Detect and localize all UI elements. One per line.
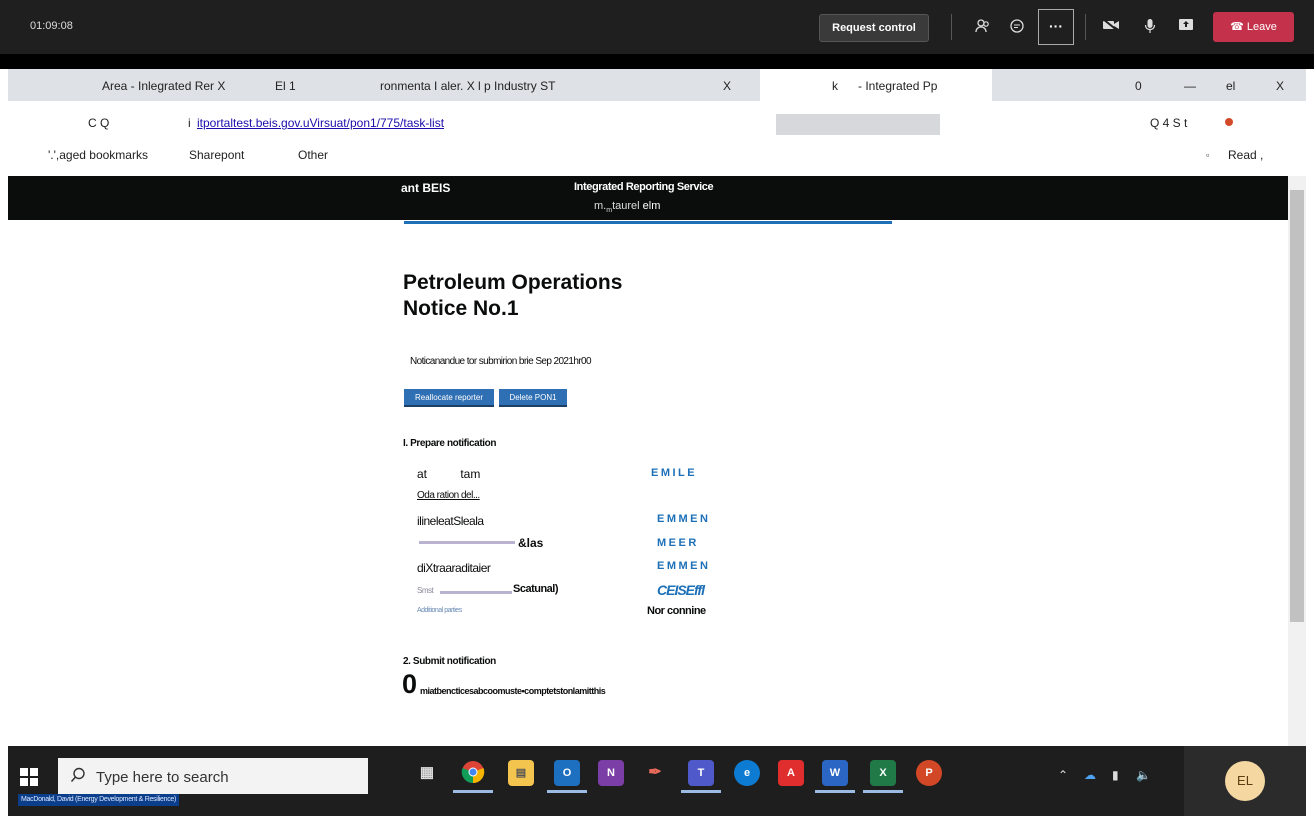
task-link[interactable]: &las xyxy=(518,536,543,550)
section-submit-heading: 2. Submit notification xyxy=(403,656,496,667)
active-app-indicator xyxy=(453,790,493,793)
window-close-button[interactable]: X xyxy=(1276,79,1284,93)
task-link[interactable]: at tam xyxy=(417,467,480,481)
bookmark-other[interactable]: Other xyxy=(298,148,328,162)
volume-icon[interactable]: 🔈 xyxy=(1136,768,1151,782)
active-app-indicator xyxy=(547,790,587,793)
search-icon xyxy=(70,767,85,782)
battery-icon[interactable]: ▮ xyxy=(1112,768,1119,782)
due-date-text: Noticanandue tor submirion brie Sep 2021… xyxy=(410,356,592,367)
maximize-button[interactable]: el xyxy=(1226,79,1235,93)
active-app-indicator xyxy=(863,790,903,793)
meeting-timer: 01:09:08 xyxy=(30,20,73,32)
avatar[interactable]: EL xyxy=(1225,761,1265,801)
chat-icon[interactable] xyxy=(1007,18,1027,38)
bookmark-managed[interactable]: '.',aged bookmarks xyxy=(48,148,148,162)
taskbar-search-input[interactable]: Type here to search xyxy=(58,758,368,794)
address-bar: C Q i itportaltest.beis.gov.uVirsuat/pon… xyxy=(8,101,1306,143)
delete-pon1-button[interactable]: Delete PON1 xyxy=(499,389,567,407)
reading-list[interactable]: Read , xyxy=(1228,148,1263,162)
redacted-task-bar xyxy=(419,541,515,544)
self-video-panel: EL xyxy=(1184,746,1306,816)
task-view-icon[interactable]: ▦ xyxy=(414,760,440,786)
toolbar-icons[interactable]: Q 4 S t xyxy=(1150,116,1187,130)
search-placeholder: Type here to search xyxy=(96,769,229,786)
task-link-suffix[interactable]: Scatunal) xyxy=(513,583,559,595)
more-actions-button[interactable]: ··· xyxy=(1038,9,1074,45)
request-control-button[interactable]: Request control xyxy=(819,14,929,42)
leave-label: Leave xyxy=(1246,21,1277,33)
participants-icon[interactable] xyxy=(973,18,993,38)
beis-logo[interactable]: ant BEIS xyxy=(401,181,450,195)
task-status: EMMEN xyxy=(657,560,711,572)
service-name[interactable]: Integrated Reporting Service xyxy=(574,181,714,193)
user-name[interactable]: m.mtaurel elm xyxy=(594,200,660,214)
section-prepare-heading: I. Prepare notification xyxy=(403,438,497,449)
tab-active[interactable]: k - Integrated Pp xyxy=(760,69,992,101)
show-hidden-icons-icon[interactable]: ⌃ xyxy=(1058,768,1068,782)
toolbar-divider xyxy=(1085,14,1086,40)
task-link[interactable]: Oda ration del... xyxy=(417,490,480,501)
snipping-tool-icon[interactable]: ✒ xyxy=(642,760,668,786)
reading-list-icon[interactable]: ▫ xyxy=(1206,150,1209,160)
share-screen-icon[interactable] xyxy=(1176,18,1196,38)
submit-step-number: 0 xyxy=(402,669,418,699)
file-explorer-icon[interactable]: ▤ xyxy=(508,760,534,786)
tab-area-integrated[interactable]: Area - Inlegrated Rer X xyxy=(102,79,225,93)
reallocate-reporter-button[interactable]: Reallocate reporter xyxy=(404,389,494,407)
record-dot-icon xyxy=(1225,118,1233,126)
tab-close-icon[interactable]: X xyxy=(723,79,731,93)
meeting-toolbar: 01:09:08 Request control ··· ☎ Leave xyxy=(0,0,1314,54)
task-link[interactable]: diXtraaraditaier xyxy=(417,561,491,575)
task-status: EMMEN xyxy=(657,513,711,525)
extension-area xyxy=(776,114,940,135)
active-app-indicator xyxy=(681,790,721,793)
task-link[interactable]: Smst xyxy=(417,586,434,595)
task-status: CEISEffl xyxy=(657,582,705,598)
reload-search-icons[interactable]: C Q xyxy=(88,116,109,130)
word-icon[interactable]: W xyxy=(822,760,848,786)
tab-environmental-industry[interactable]: ronmenta I aler. X l p Industry ST xyxy=(380,79,555,93)
task-link[interactable]: ilineleatSleala xyxy=(417,514,484,528)
task-status: EMILE xyxy=(651,467,698,479)
header-underline xyxy=(404,221,892,224)
windows-start-icon[interactable] xyxy=(20,768,38,786)
window-border xyxy=(0,54,1314,69)
leave-button[interactable]: ☎ Leave xyxy=(1213,12,1294,42)
active-app-indicator xyxy=(815,790,855,793)
minimize-button[interactable]: — xyxy=(1184,79,1196,93)
bookmark-sharepoint[interactable]: Sharepont xyxy=(189,148,244,162)
onedrive-icon[interactable]: ☁ xyxy=(1084,768,1096,782)
page-title: Petroleum Operations Notice No.1 xyxy=(403,271,623,320)
edge-icon[interactable]: e xyxy=(734,760,760,786)
tab-favicon-label: k xyxy=(832,79,838,93)
task-status: MEER xyxy=(657,537,699,549)
chrome-icon[interactable] xyxy=(460,760,486,786)
tab-integrated-label: - Integrated Pp xyxy=(858,79,938,93)
redacted-task-bar xyxy=(440,591,512,594)
acrobat-icon[interactable]: A xyxy=(778,760,804,786)
teams-icon[interactable]: T xyxy=(688,760,714,786)
task-link[interactable]: Additional parties xyxy=(417,607,462,614)
speaker-caption: MacDonald, David (Energy Development & R… xyxy=(18,794,180,806)
scrollbar-thumb[interactable] xyxy=(1290,190,1304,622)
phone-hangup-icon: ☎ xyxy=(1230,21,1244,33)
bookmarks-bar: '.',aged bookmarks Sharepont Other ▫ Rea… xyxy=(8,143,1306,176)
submit-instructions: miatbencticesabcoomuste•comptetstonlamit… xyxy=(420,686,606,696)
site-header: ant BEIS Integrated Reporting Service m.… xyxy=(8,176,1288,220)
site-info-icon[interactable]: i xyxy=(188,116,191,130)
excel-icon[interactable]: X xyxy=(870,760,896,786)
microphone-icon[interactable] xyxy=(1140,18,1160,38)
task-status: Nor connine xyxy=(647,605,706,617)
windows-taskbar: Type here to search ▦ ▤ O N ✒ T e A W X … xyxy=(8,746,1306,816)
camera-off-icon[interactable] xyxy=(1101,18,1121,38)
outlook-icon[interactable]: O xyxy=(554,760,580,786)
new-tab-indicator[interactable]: 0 xyxy=(1135,79,1142,93)
powerpoint-icon[interactable]: P xyxy=(916,760,942,786)
url-text[interactable]: itportaltest.beis.gov.uVirsuat/pon1/775/… xyxy=(197,116,444,130)
tab-el[interactable]: El 1 xyxy=(275,79,296,93)
toolbar-divider xyxy=(951,14,952,40)
browser-tabstrip: Area - Inlegrated Rer X El 1 ronmenta I … xyxy=(8,69,1306,101)
onenote-icon[interactable]: N xyxy=(598,760,624,786)
